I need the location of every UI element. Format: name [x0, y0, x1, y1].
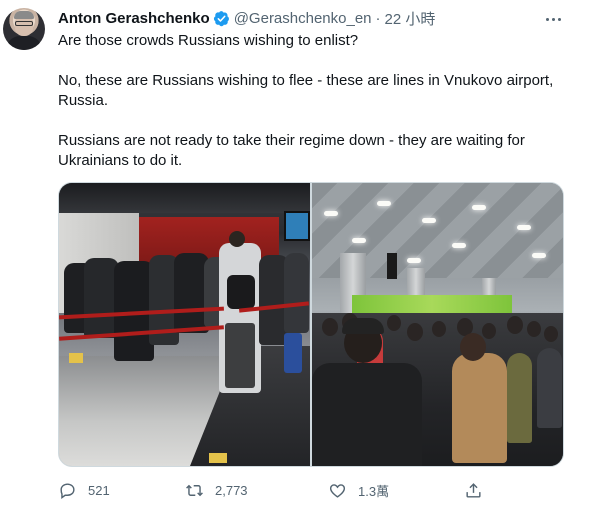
- share-icon: [466, 482, 481, 498]
- tweet-timestamp[interactable]: 22 小時: [385, 8, 436, 29]
- retweet-icon: [186, 484, 203, 496]
- tweet-media: [58, 182, 564, 467]
- like-count: 1.3萬: [358, 483, 390, 499]
- tweet-text-line: Are those crowds Russians wishing to enl…: [58, 32, 359, 49]
- reply-icon: [60, 482, 75, 499]
- photo-airport-queue-left[interactable]: [59, 183, 310, 466]
- tweet-text: Are those crowds Russians wishing to enl…: [58, 31, 568, 171]
- retweet-count: 2,773: [215, 482, 248, 498]
- tweet-header: Anton Gerashchenko @Gerashchenko_en · 22…: [58, 8, 435, 28]
- verified-badge-icon: [213, 10, 229, 26]
- tweet-text-line: Russians are not ready to take their reg…: [58, 132, 525, 169]
- reply-button[interactable]: 521: [58, 478, 110, 502]
- author-name[interactable]: Anton Gerashchenko: [58, 10, 210, 27]
- separator-dot: ·: [375, 9, 381, 27]
- like-button[interactable]: 1.3萬: [328, 478, 389, 502]
- tweet: Anton Gerashchenko @Gerashchenko_en · 22…: [0, 0, 594, 512]
- tweet-text-line: No, these are Russians wishing to flee -…: [58, 72, 554, 109]
- tweet-actions: 521 2,773 1.3萬: [58, 478, 508, 502]
- retweet-button[interactable]: 2,773: [185, 478, 248, 502]
- like-icon: [329, 483, 346, 498]
- share-button[interactable]: [464, 478, 483, 502]
- reply-count: 521: [88, 482, 110, 498]
- author-handle[interactable]: @Gerashchenko_en: [234, 10, 372, 27]
- more-options-icon[interactable]: [542, 10, 564, 28]
- avatar[interactable]: [3, 8, 45, 50]
- photo-airport-queue-right[interactable]: [312, 183, 563, 466]
